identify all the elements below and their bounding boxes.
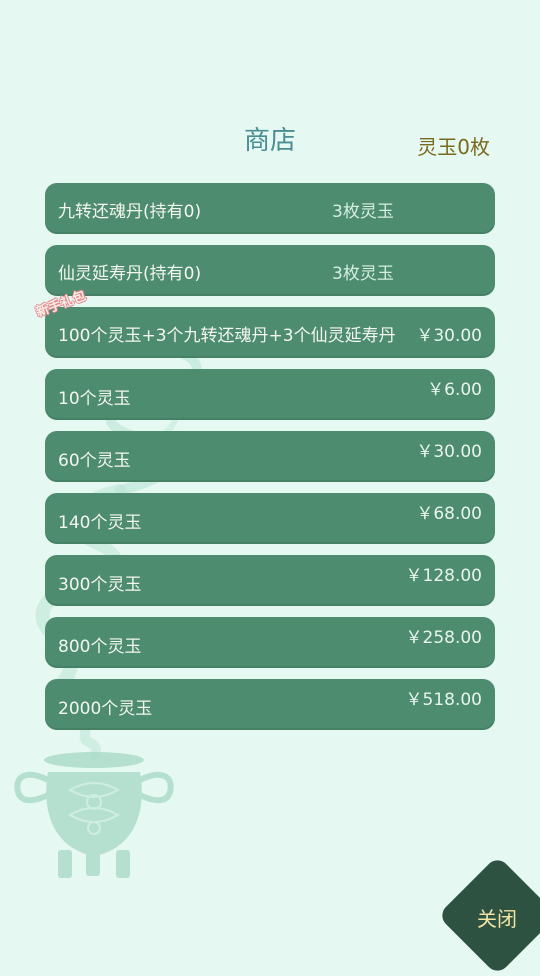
item-price: ￥518.00 (405, 690, 482, 710)
shop-item[interactable]: 九转还魂丹(持有0) 3枚灵玉 (45, 183, 495, 234)
item-price: ￥6.00 (427, 380, 482, 400)
currency-balance: 灵玉0枚 (417, 135, 490, 159)
item-price: 3枚灵玉 (332, 202, 394, 222)
item-name: 800个灵玉 (58, 637, 142, 657)
item-name: 300个灵玉 (58, 575, 142, 595)
shop-item-bundle[interactable]: 100个灵玉+3个九转还魂丹+3个仙灵延寿丹 ￥30.00 (45, 307, 495, 358)
shop-item[interactable]: 800个灵玉 ￥258.00 (45, 617, 495, 668)
item-name: 2000个灵玉 (58, 699, 153, 719)
item-price: ￥258.00 (405, 628, 482, 648)
shop-item[interactable]: 60个灵玉 ￥30.00 (45, 431, 495, 482)
item-name: 九转还魂丹(持有0) (58, 202, 202, 222)
shop-item[interactable]: 仙灵延寿丹(持有0) 3枚灵玉 (45, 245, 495, 296)
item-name: 140个灵玉 (58, 513, 142, 533)
close-button[interactable]: 关闭 (437, 855, 540, 976)
item-price: ￥128.00 (405, 566, 482, 586)
item-price: ￥30.00 (416, 326, 482, 346)
item-price: 3枚灵玉 (332, 264, 394, 284)
shop-item[interactable]: 140个灵玉 ￥68.00 (45, 493, 495, 544)
item-price: ￥30.00 (416, 442, 482, 462)
item-name: 10个灵玉 (58, 389, 131, 409)
shop-item[interactable]: 10个灵玉 ￥6.00 (45, 369, 495, 420)
item-price: ￥68.00 (416, 504, 482, 524)
shop-item[interactable]: 300个灵玉 ￥128.00 (45, 555, 495, 606)
close-button-label: 关闭 (477, 907, 517, 931)
shop-item[interactable]: 2000个灵玉 ￥518.00 (45, 679, 495, 730)
item-name: 仙灵延寿丹(持有0) (58, 264, 202, 284)
item-name: 60个灵玉 (58, 451, 131, 471)
item-name: 100个灵玉+3个九转还魂丹+3个仙灵延寿丹 (58, 326, 396, 346)
